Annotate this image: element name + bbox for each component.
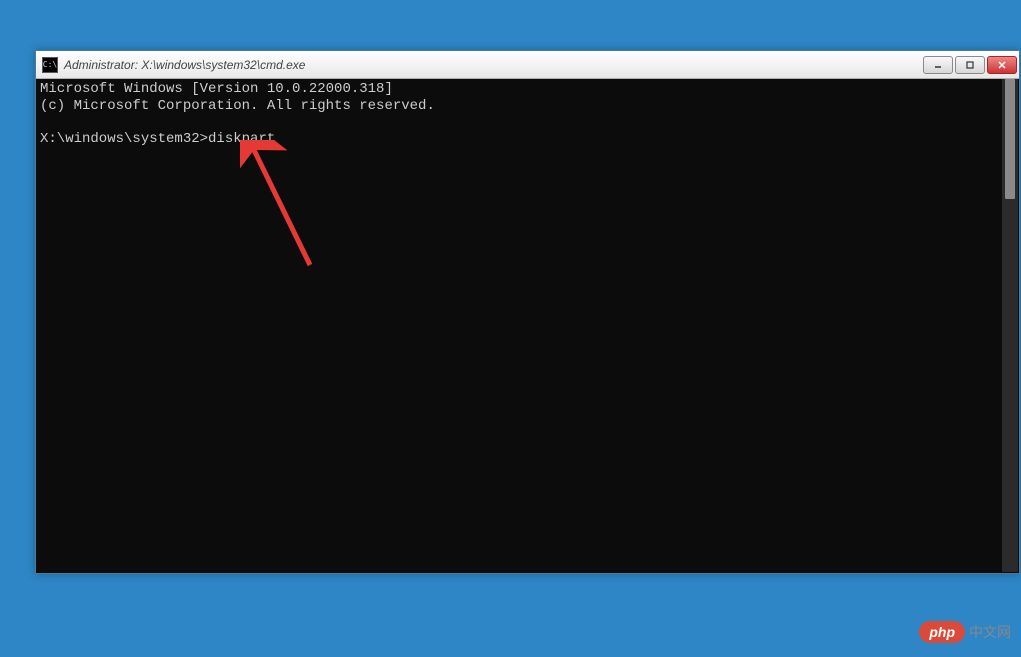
terminal-prompt: X:\windows\system32> bbox=[40, 131, 208, 147]
scrollbar[interactable] bbox=[1002, 79, 1018, 572]
watermark-logo: php bbox=[919, 621, 965, 643]
titlebar[interactable]: C:\ Administrator: X:\windows\system32\c… bbox=[36, 51, 1019, 79]
watermark-text: 中文网 bbox=[969, 622, 1011, 642]
maximize-button[interactable] bbox=[955, 56, 985, 74]
close-button[interactable] bbox=[987, 56, 1017, 74]
cmd-icon: C:\ bbox=[42, 57, 58, 73]
terminal-line: (c) Microsoft Corporation. All rights re… bbox=[40, 98, 435, 114]
window-controls bbox=[923, 56, 1017, 74]
window-title: Administrator: X:\windows\system32\cmd.e… bbox=[64, 58, 923, 72]
terminal-output[interactable]: Microsoft Windows [Version 10.0.22000.31… bbox=[36, 79, 1019, 573]
terminal-line: Microsoft Windows [Version 10.0.22000.31… bbox=[40, 81, 393, 97]
minimize-button[interactable] bbox=[923, 56, 953, 74]
scrollbar-thumb[interactable] bbox=[1005, 79, 1015, 199]
terminal-command: diskpart bbox=[208, 131, 275, 147]
watermark: php 中文网 bbox=[919, 621, 1011, 643]
cmd-window: C:\ Administrator: X:\windows\system32\c… bbox=[35, 50, 1020, 574]
